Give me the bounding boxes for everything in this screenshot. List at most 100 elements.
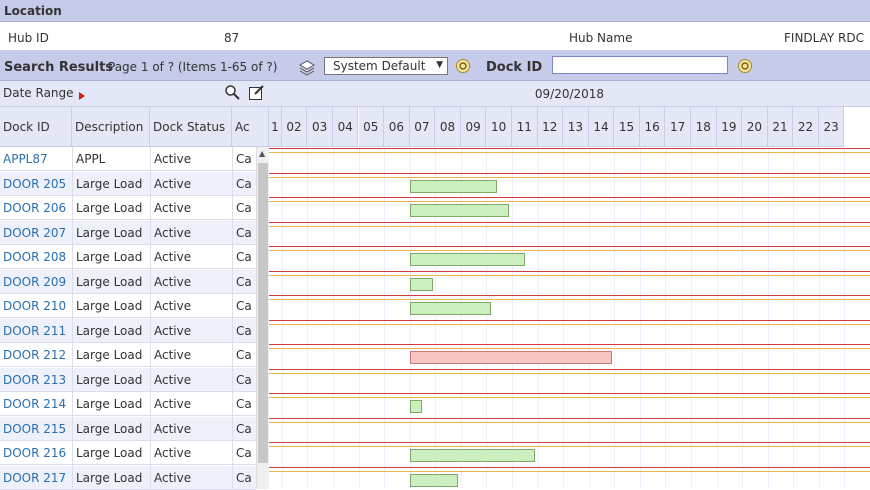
- status-cell: Active: [154, 299, 192, 313]
- location-title: Location: [4, 4, 62, 18]
- description-cell: Large Load: [76, 299, 143, 313]
- refresh-icon[interactable]: [737, 58, 753, 77]
- hour-header: 07: [409, 107, 436, 147]
- dock-id-link[interactable]: DOOR 209: [3, 275, 66, 289]
- hub-info-row: Hub ID 87 Hub Name FINDLAY RDC: [0, 22, 870, 51]
- arrow-right-icon[interactable]: [78, 90, 86, 104]
- dock-id-input[interactable]: [552, 56, 728, 74]
- gantt-boundary-line: [269, 348, 870, 349]
- hour-header: 13: [563, 107, 589, 147]
- status-cell: Active: [154, 225, 192, 240]
- gantt-hour-gridline: [767, 147, 769, 489]
- col-header-ac[interactable]: Ac: [232, 107, 269, 147]
- edit-icon[interactable]: [248, 84, 265, 104]
- scroll-up-icon[interactable]: ▲: [259, 149, 265, 158]
- table-row[interactable]: DOOR 212 Large Load Active Ca: [0, 343, 256, 367]
- gantt-boundary-line: [269, 417, 870, 419]
- table-scrollbar[interactable]: ▲: [256, 147, 269, 489]
- description-cell: Large Load: [76, 250, 143, 264]
- table-row[interactable]: DOOR 205 Large Load Active Ca: [0, 171, 256, 196]
- gantt-booking-block[interactable]: [409, 473, 459, 487]
- gantt-boundary-line: [269, 221, 870, 223]
- table-row[interactable]: DOOR 216 Large Load Active Ca: [0, 441, 256, 465]
- ac-cell: Ca: [236, 274, 252, 289]
- gantt-hour-gridline: [588, 147, 590, 489]
- gantt-hour-gridline: [639, 147, 641, 489]
- col-header-description[interactable]: Description: [72, 107, 150, 147]
- table-row[interactable]: DOOR 209 Large Load Active Ca: [0, 269, 256, 294]
- description-cell: Large Load: [76, 397, 143, 411]
- gantt-boundary-line: [269, 250, 870, 251]
- table-row[interactable]: DOOR 210 Large Load Active Ca: [0, 294, 256, 318]
- gantt-booking-block[interactable]: [409, 179, 497, 193]
- col-header-dock-status[interactable]: Dock Status: [150, 107, 232, 147]
- gantt-hour-gridline: [358, 147, 360, 489]
- dock-id-link[interactable]: DOOR 214: [3, 397, 66, 411]
- table-row[interactable]: DOOR 207 Large Load Active Ca: [0, 220, 256, 245]
- dock-id-link[interactable]: DOOR 211: [3, 324, 66, 338]
- dock-id-link[interactable]: DOOR 205: [3, 177, 66, 191]
- ac-cell: Ca: [236, 421, 252, 436]
- dock-id-link[interactable]: DOOR 215: [3, 422, 66, 436]
- description-cell: Large Load: [76, 323, 143, 338]
- table-row[interactable]: DOOR 214 Large Load Active Ca: [0, 392, 256, 416]
- table-row[interactable]: APPL87 APPL Active Ca: [0, 147, 256, 171]
- gantt-boundary-line: [269, 466, 870, 468]
- gantt-boundary-line: [269, 393, 870, 394]
- gantt-booking-block[interactable]: [409, 302, 492, 315]
- dock-id-link[interactable]: DOOR 217: [3, 471, 66, 485]
- gantt-boundary-line: [269, 295, 870, 296]
- dock-id-label: Dock ID: [486, 60, 543, 75]
- refresh-icon[interactable]: [455, 58, 471, 77]
- view-select[interactable]: System Default ▼: [324, 57, 448, 75]
- dock-id-link[interactable]: DOOR 206: [3, 201, 66, 215]
- chevron-down-icon: ▼: [436, 60, 443, 70]
- dock-id-link[interactable]: DOOR 210: [3, 299, 66, 313]
- date-range-label[interactable]: Date Range: [3, 86, 74, 100]
- dock-id-link[interactable]: DOOR 216: [3, 446, 66, 460]
- gantt-booking-block[interactable]: [409, 253, 525, 266]
- gantt-boundary-line: [269, 274, 870, 276]
- ac-cell: Ca: [236, 348, 252, 362]
- table-row[interactable]: DOOR 208 Large Load Active Ca: [0, 245, 256, 269]
- gantt-boundary-line: [269, 319, 870, 321]
- col-header-dock-id[interactable]: Dock ID: [0, 107, 72, 147]
- hub-id-label: Hub ID: [8, 31, 49, 45]
- search-zoom-icon[interactable]: [224, 84, 241, 104]
- gantt-boundary-line: [269, 421, 870, 423]
- gantt-booking-block[interactable]: [409, 277, 433, 291]
- dock-id-link[interactable]: DOOR 208: [3, 250, 66, 264]
- layers-icon[interactable]: [298, 58, 316, 79]
- gantt-boundary-line: [269, 368, 870, 370]
- status-cell: Active: [154, 274, 192, 289]
- gantt-hour-gridline: [690, 147, 692, 489]
- gantt-booking-block[interactable]: [409, 449, 535, 462]
- gantt-booking-block[interactable]: [409, 351, 612, 364]
- ac-cell: Ca: [236, 323, 252, 338]
- hub-id-value: 87: [224, 31, 240, 45]
- status-cell: Active: [154, 201, 192, 215]
- gantt-booking-block[interactable]: [409, 204, 510, 217]
- table-row[interactable]: DOOR 213 Large Load Active Ca: [0, 367, 256, 392]
- gantt-booking-block[interactable]: [409, 400, 423, 413]
- gantt-boundary-line: [269, 270, 870, 272]
- dock-id-link[interactable]: DOOR 213: [3, 373, 66, 387]
- hour-header: 12: [537, 107, 564, 147]
- dock-id-link[interactable]: APPL87: [3, 152, 48, 166]
- date-header: 09/20/2018: [534, 87, 605, 101]
- gantt-hour-gridline: [818, 147, 820, 489]
- gantt-boundary-line: [269, 299, 870, 300]
- scrollbar-thumb[interactable]: [258, 163, 268, 463]
- hour-header: 05: [358, 107, 385, 147]
- status-cell: Active: [154, 446, 192, 460]
- description-cell: Large Load: [76, 274, 143, 289]
- table-row[interactable]: DOOR 206 Large Load Active Ca: [0, 196, 256, 220]
- table-row[interactable]: DOOR 217 Large Load Active Ca: [0, 465, 256, 490]
- dock-id-link[interactable]: DOOR 207: [3, 226, 66, 240]
- gantt-boundary-line: [269, 470, 870, 472]
- description-cell: Large Load: [76, 348, 143, 362]
- table-row[interactable]: DOOR 215 Large Load Active Ca: [0, 416, 256, 441]
- gantt-hour-gridline: [307, 147, 309, 489]
- table-row[interactable]: DOOR 211 Large Load Active Ca: [0, 318, 256, 343]
- dock-id-link[interactable]: DOOR 212: [3, 348, 66, 362]
